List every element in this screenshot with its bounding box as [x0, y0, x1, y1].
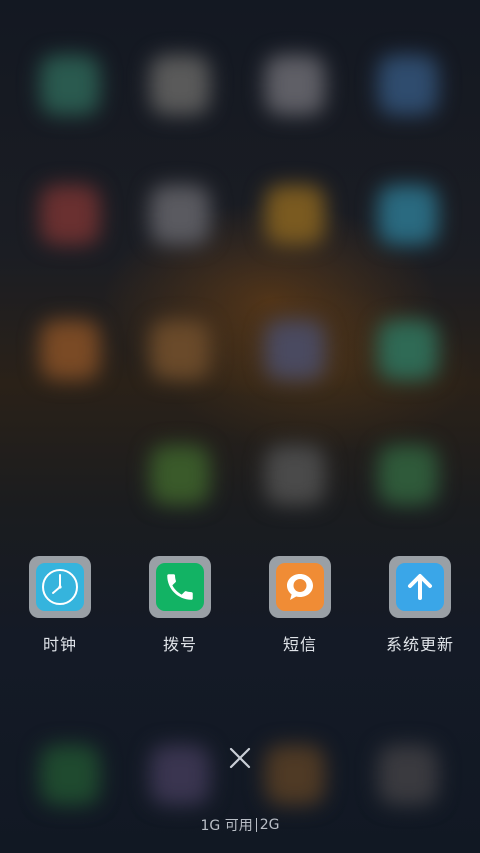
blurred-app-icon — [265, 55, 325, 115]
clear-all-button[interactable] — [220, 738, 260, 778]
blurred-app-icon — [150, 55, 210, 115]
blurred-app-icon — [378, 320, 438, 380]
app-icon-frame — [149, 556, 211, 618]
app-messages[interactable]: 短信 — [250, 556, 350, 656]
app-clock[interactable]: 时钟 — [10, 556, 110, 656]
blurred-app-icon — [150, 445, 210, 505]
memory-total-text: 2G — [259, 817, 280, 833]
app-icon-frame — [269, 556, 331, 618]
app-dialer[interactable]: 拨号 — [130, 556, 230, 656]
blurred-app-icon — [265, 320, 325, 380]
blurred-app-icon — [40, 320, 100, 380]
blurred-app-icon — [40, 55, 100, 115]
message-icon — [276, 563, 324, 611]
app-label: 短信 — [282, 635, 317, 654]
blurred-app-icon — [378, 55, 438, 115]
blurred-app-icon — [150, 185, 210, 245]
app-icon-frame — [389, 556, 451, 618]
blurred-app-icon — [265, 445, 325, 505]
phone-icon — [156, 563, 204, 611]
blurred-app-icon — [378, 445, 438, 505]
blurred-app-icon — [150, 745, 210, 805]
blurred-app-icon — [378, 185, 438, 245]
memory-free-text: 1G 可用 — [200, 818, 253, 834]
close-icon — [229, 747, 251, 769]
blurred-app-icon — [150, 320, 210, 380]
blurred-app-icon — [40, 745, 100, 805]
memory-status: 1G 可用 2G — [0, 815, 480, 835]
blurred-app-icon — [265, 185, 325, 245]
blurred-app-icon — [40, 185, 100, 245]
app-label: 拨号 — [162, 635, 197, 654]
blurred-home-background — [0, 0, 480, 853]
blurred-app-icon — [378, 745, 438, 805]
app-system-update[interactable]: 系统更新 — [370, 556, 470, 656]
memory-divider — [255, 818, 257, 832]
blurred-app-icon — [265, 745, 325, 805]
update-arrow-icon — [396, 563, 444, 611]
app-icon-frame — [29, 556, 91, 618]
clock-icon — [36, 563, 84, 611]
app-label: 时钟 — [42, 635, 77, 654]
app-label: 系统更新 — [385, 635, 454, 654]
